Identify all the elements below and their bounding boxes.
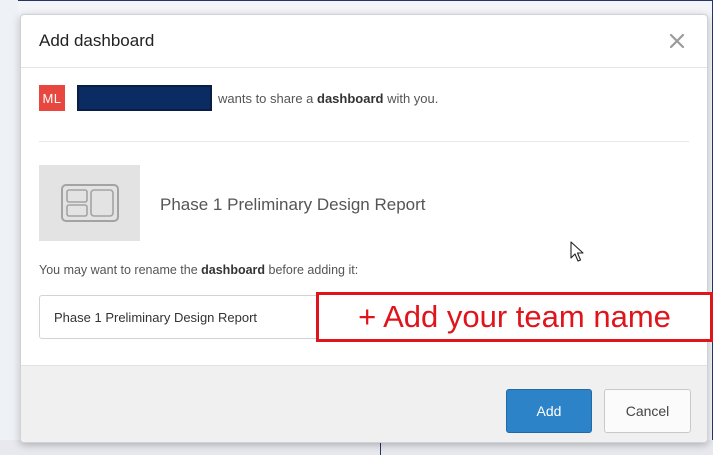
share-message: wants to share a dashboard with you. [218,91,438,106]
cancel-button[interactable]: Cancel [604,389,691,433]
redacted-username [77,85,212,111]
dialog-footer: Add Cancel [21,365,707,442]
divider [39,141,689,142]
share-info-row: ML wants to share a dashboard with you. [39,83,438,113]
share-message-prefix: wants to share a [218,90,317,106]
close-button[interactable] [663,27,691,55]
dialog-header: Add dashboard [21,15,707,68]
avatar: ML [39,85,65,111]
dashboard-layout-icon [60,184,119,222]
annotation-callout: + Add your team name [316,292,713,342]
rename-hint-suffix: before adding it: [265,263,359,277]
dialog-title: Add dashboard [39,31,155,50]
add-dashboard-dialog: Add dashboard ML wants to share a dashbo… [20,14,713,443]
rename-hint-bold: dashboard [201,263,266,277]
rename-hint-prefix: You may want to rename the [39,263,202,277]
share-message-suffix: with you. [383,90,439,106]
share-message-bold: dashboard [317,90,384,106]
mouse-cursor-icon [570,241,584,262]
dashboard-thumbnail [39,165,140,241]
close-icon [669,33,685,49]
add-button[interactable]: Add [506,389,592,433]
rename-hint: You may want to rename the dashboard bef… [39,263,358,277]
background-sidebar [0,0,18,455]
dashboard-name: Phase 1 Preliminary Design Report [160,195,426,214]
